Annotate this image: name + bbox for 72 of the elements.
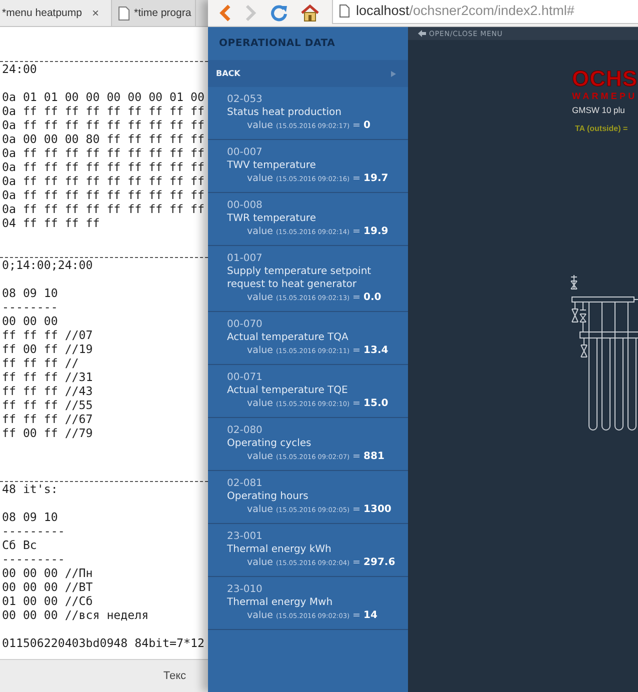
triangle-right-icon bbox=[391, 70, 396, 76]
item-name: Supply temperature setpoint request to heat generator bbox=[227, 265, 372, 291]
item-name: Status heat production bbox=[227, 106, 342, 119]
code-line: 00 00 00 bbox=[1, 314, 59, 328]
reload-icon[interactable] bbox=[270, 4, 288, 22]
code-line: 24:00 bbox=[1, 62, 38, 76]
item-code: 02-080 bbox=[227, 424, 264, 437]
code-line: --------- bbox=[1, 524, 66, 538]
code-line: ff 00 ff //19 bbox=[1, 342, 94, 356]
item-code: 02-053 bbox=[227, 93, 264, 106]
code-line: Сб Вс bbox=[1, 538, 38, 552]
back-menu-item[interactable]: BACK bbox=[208, 60, 408, 87]
model-name: GMSW 10 plu bbox=[572, 104, 626, 116]
item-name: Actual temperature TQA bbox=[227, 331, 350, 344]
item-name: Thermal energy kWh bbox=[227, 543, 332, 556]
code-line: ff ff ff //67 bbox=[1, 412, 94, 426]
editor-tab[interactable]: *menu heatpump × bbox=[0, 0, 112, 26]
editor-tab[interactable]: *time progra bbox=[112, 0, 196, 26]
code-line: ff ff ff //55 bbox=[1, 398, 94, 412]
document-icon bbox=[339, 4, 350, 18]
outside-temperature-label: TA (outside) = bbox=[575, 124, 629, 133]
code-line: 00 00 00 //вся неделя bbox=[1, 608, 150, 622]
code-line: 04 ff ff ff ff bbox=[1, 216, 101, 230]
code-line: 0;14:00;24:00 bbox=[1, 258, 94, 272]
code-line: 0a ff ff ff ff ff ff ff ff ff bbox=[1, 146, 206, 160]
item-code: 00-070 bbox=[227, 318, 264, 331]
code-line: 0a ff ff ff ff ff ff ff ff ff bbox=[1, 174, 206, 188]
code-line: ff ff ff //07 bbox=[1, 328, 94, 342]
code-line: 0a ff ff ff ff ff ff ff ff ff bbox=[1, 104, 206, 118]
code-line: 0a ff ff ff ff ff ff ff ff ff bbox=[1, 188, 206, 202]
logo-text: OCHS bbox=[572, 68, 638, 90]
address-bar[interactable]: localhost/ochsner2com/index2.html# bbox=[332, 0, 638, 24]
item-name: Actual temperature TQE bbox=[227, 384, 349, 397]
item-name: TWV temperature bbox=[227, 159, 317, 172]
close-tab-button[interactable]: × bbox=[92, 6, 99, 20]
code-line: 08 09 10 bbox=[1, 510, 59, 524]
item-code: 23-001 bbox=[227, 530, 264, 543]
item-code: 02-081 bbox=[227, 477, 264, 490]
item-code: 23-010 bbox=[227, 583, 264, 596]
code-line: 01 00 00 //Сб bbox=[1, 594, 94, 608]
code-line: ff 00 ff //79 bbox=[1, 426, 94, 440]
code-line: --------- bbox=[1, 552, 66, 566]
home-icon[interactable] bbox=[300, 4, 320, 22]
item-name: Operating hours bbox=[227, 490, 310, 503]
code-line: 00 00 00 //ВТ bbox=[1, 580, 94, 594]
document-icon bbox=[118, 6, 130, 20]
code-line: 0a 00 00 00 80 ff ff ff ff ff bbox=[1, 132, 206, 146]
code-line: -------- bbox=[1, 300, 59, 314]
logo-subtitle: WARMEPU bbox=[572, 90, 638, 102]
code-line: ff ff ff //31 bbox=[1, 370, 94, 384]
code-line: 0a 01 01 00 00 00 00 00 01 00 bbox=[1, 90, 206, 104]
item-code: 00-071 bbox=[227, 371, 264, 384]
code-line: 0a ff ff ff ff ff ff ff ff ff bbox=[1, 202, 206, 216]
code-line: 0a ff ff ff ff ff ff ff ff ff bbox=[1, 160, 206, 174]
item-code: 01-007 bbox=[227, 252, 264, 265]
code-line: 00 00 00 //Пн bbox=[1, 566, 94, 580]
status-bar-text: Текс bbox=[163, 670, 186, 682]
arrow-left-icon bbox=[418, 30, 426, 37]
item-name: Thermal energy Mwh bbox=[227, 596, 334, 609]
code-line: 48 it's: bbox=[1, 482, 59, 496]
item-name: TWR temperature bbox=[227, 212, 317, 225]
item-code: 00-008 bbox=[227, 199, 264, 212]
url-text: localhost/ochsner2com/index2.html# bbox=[356, 3, 574, 18]
back-icon[interactable] bbox=[218, 4, 232, 22]
code-line: 08 09 10 bbox=[1, 286, 59, 300]
item-code: 00-007 bbox=[227, 146, 264, 159]
code-line: ff ff ff // bbox=[1, 356, 80, 370]
code-line: 011506220403bd0948 84bit=7*12 bbox=[1, 636, 206, 650]
code-line: ff ff ff //43 bbox=[1, 384, 94, 398]
code-line: 0a ff ff ff ff ff ff ff ff ff bbox=[1, 118, 206, 132]
item-name: Operating cycles bbox=[227, 437, 312, 450]
sidebar-title: OPERATIONAL DATA bbox=[218, 37, 336, 51]
